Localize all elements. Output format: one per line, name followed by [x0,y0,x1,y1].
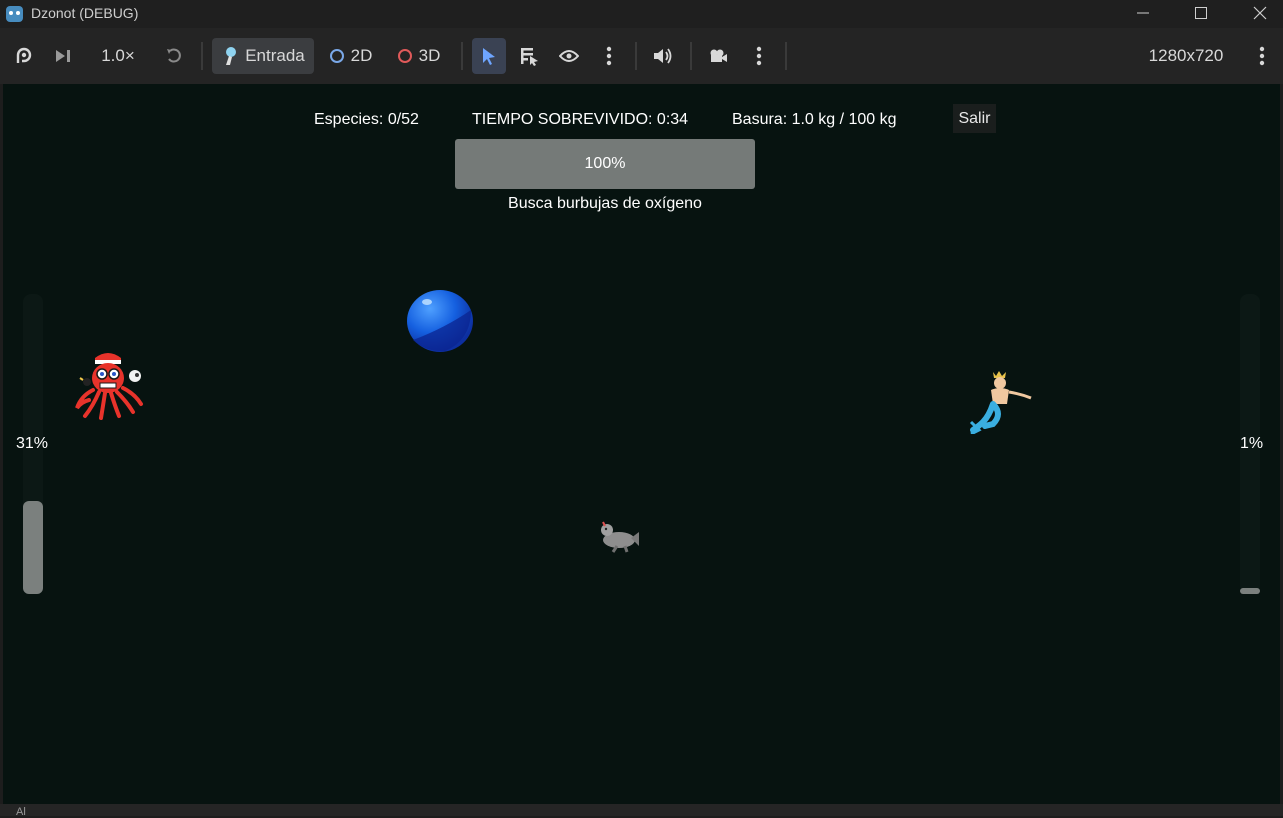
toolbar-separator [461,42,463,70]
eye-icon[interactable] [556,38,582,74]
input-mode-button[interactable]: Entrada [212,38,314,74]
reset-speed-icon[interactable] [162,38,186,74]
speaker-icon[interactable] [650,38,676,74]
list-select-icon[interactable] [516,38,542,74]
more-icon[interactable] [600,38,618,74]
right-level-fill [1240,588,1260,594]
mermaid-sprite [969,371,1032,434]
step-icon[interactable] [52,38,74,74]
right-level-label: 1% [1240,435,1264,452]
left-level-fill [23,501,43,594]
hint-text: Busca burbujas de oxígeno [508,195,702,212]
mode-2d-button[interactable]: 2D [324,38,378,74]
resolution-label: 1280x720 [1148,46,1224,65]
species-counter: Especies: 0/52 [314,111,419,128]
window-title: Dzonot (DEBUG) [31,5,139,21]
oxygen-bubble[interactable] [405,288,475,354]
close-icon[interactable] [1237,0,1283,28]
window-titlebar: Dzonot (DEBUG) [0,0,1283,28]
octopus-sprite [75,353,143,420]
editor-bottom-strip: Al [0,804,1283,818]
select-arrow-icon[interactable] [472,38,506,74]
input-mode-label: Entrada [245,46,305,65]
mode-2d-label: 2D [350,46,373,65]
joystick-icon [226,47,237,65]
more-icon[interactable] [1253,38,1271,74]
ring-3d-icon [397,49,412,63]
ring-2d-icon [329,49,344,63]
left-level-label: 31% [16,435,49,452]
maximize-icon[interactable] [1178,0,1224,28]
mode-3d-button[interactable]: 3D [392,38,446,74]
camera-icon[interactable] [705,38,731,74]
minimize-icon[interactable] [1120,0,1166,28]
oxygen-percent: 100% [584,155,626,172]
mode-3d-label: 3D [418,46,441,65]
oxygen-bar: 100% [455,139,755,189]
exit-button[interactable]: Salir [953,104,996,133]
game-viewport[interactable]: Especies: 0/52 TIEMPO SOBREVIVIDO: 0:34 … [3,84,1280,804]
debug-toolbar: 1.0× Entrada 2D 3D 1280x720 [0,28,1283,84]
time-survived: TIEMPO SOBREVIVIDO: 0:34 [472,111,689,128]
speed-label[interactable]: 1.0× [94,38,142,74]
toolbar-separator [201,42,203,70]
trash-counter: Basura: 1.0 kg / 100 kg [732,111,897,128]
remote-debug-icon[interactable] [12,38,36,74]
bottom-strip-text: Al [16,806,26,818]
godot-app-icon [6,6,23,22]
seal-player-sprite [601,521,639,553]
toolbar-separator [690,42,692,70]
toolbar-separator [635,42,637,70]
toolbar-separator [785,42,787,70]
more-icon[interactable] [750,38,768,74]
